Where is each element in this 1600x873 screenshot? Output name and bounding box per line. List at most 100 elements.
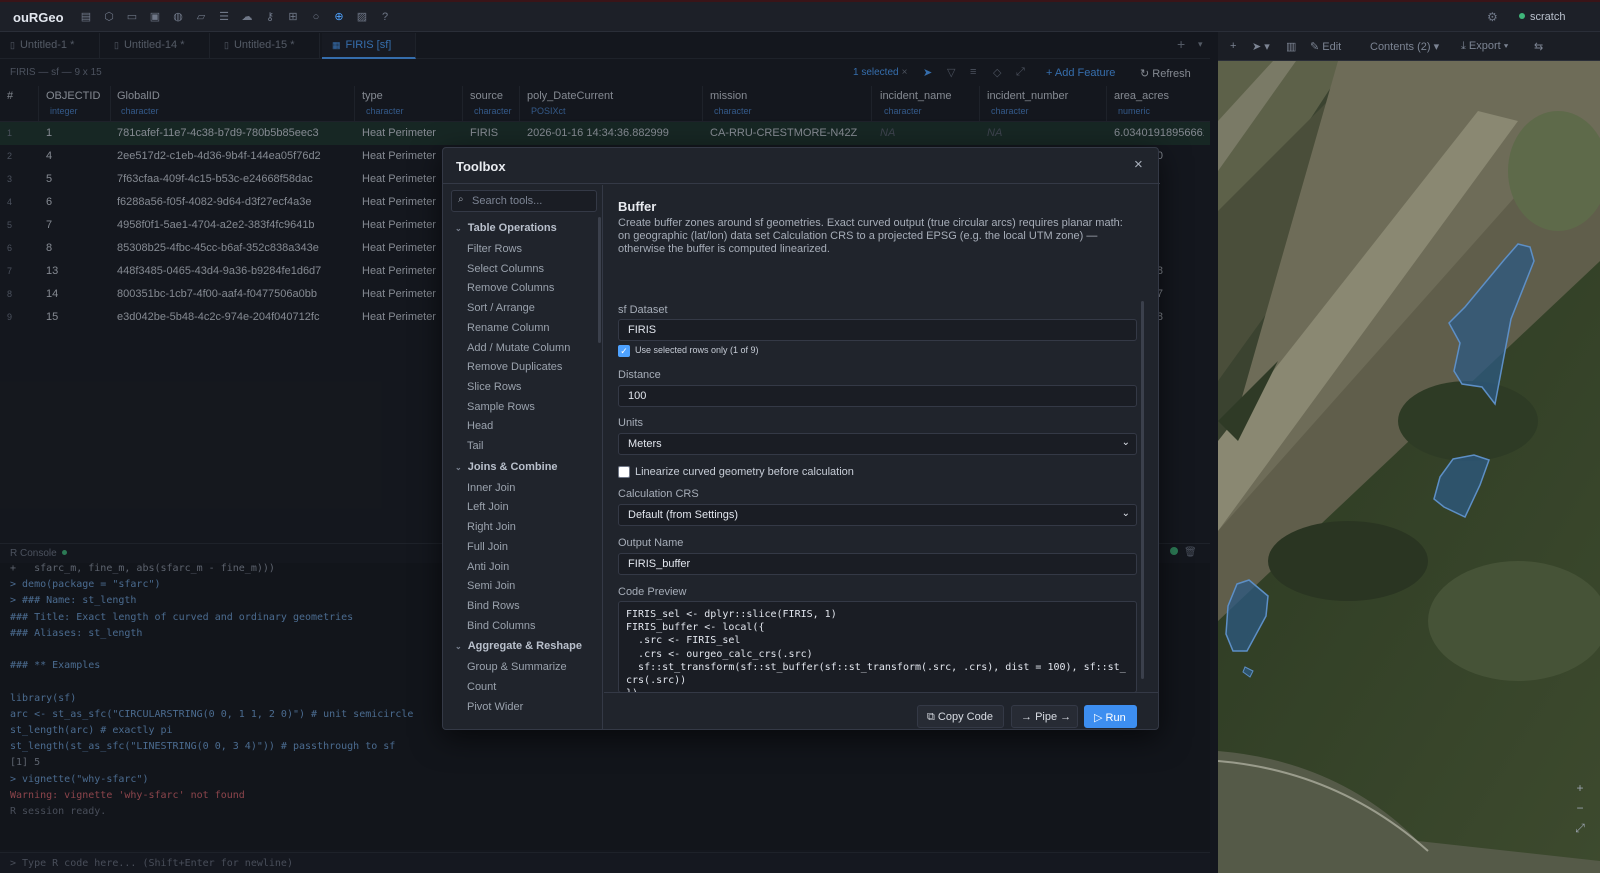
cube-icon[interactable]: ⬡ <box>101 9 117 25</box>
tool-item[interactable]: Bind Rows <box>467 600 520 612</box>
export-label: Export <box>1468 40 1501 52</box>
folder-icon[interactable]: ▭ <box>124 9 140 25</box>
satellite-basemap <box>1218 61 1600 873</box>
pipe-button[interactable]: → Pipe → <box>1011 705 1078 728</box>
dialog-footer: ⧉ Copy Code → Pipe → ▷ Run <box>604 692 1159 730</box>
globe-icon[interactable]: ⊕ <box>331 9 347 25</box>
close-icon[interactable]: × <box>1134 156 1143 173</box>
tool-item[interactable]: Sort / Arrange <box>467 302 535 314</box>
category-header[interactable]: ⌄ Aggregate & Reshape <box>455 640 582 652</box>
code-preview-label: Code Preview <box>618 586 687 598</box>
run-button[interactable]: ▷ Run <box>1084 705 1137 728</box>
category-header[interactable]: ⌄ Table Operations <box>455 222 557 234</box>
arrow-right-icon: → <box>1021 711 1032 723</box>
output-name-input[interactable]: FIRIS_buffer <box>618 553 1137 575</box>
output-name-label: Output Name <box>618 537 684 549</box>
tool-item[interactable]: Select Columns <box>467 263 544 275</box>
search-placeholder: Search tools... <box>472 195 543 207</box>
edit-button[interactable]: ✎ Edit <box>1310 40 1341 53</box>
tool-item[interactable]: Slice Rows <box>467 381 521 393</box>
distance-input[interactable]: 100 <box>618 385 1137 407</box>
sidebar-scrollbar[interactable] <box>598 217 601 343</box>
tool-item[interactable]: Left Join <box>467 501 509 513</box>
category-label: Joins & Combine <box>467 460 558 473</box>
help-icon[interactable]: ? <box>377 9 393 25</box>
save-icon[interactable]: ▣ <box>147 9 163 25</box>
tool-heading: Buffer <box>618 199 657 214</box>
zoom-out-button[interactable]: − <box>1570 801 1590 817</box>
units-value: Meters <box>628 438 662 450</box>
tool-item[interactable]: Bind Columns <box>467 620 535 632</box>
top-toolbar: ▤ ⬡ ▭ ▣ ◍ ▱ ☰ ☁ ⚷ ⊞ ○ ⊕ ▨ ? <box>78 9 393 25</box>
plugin-icon[interactable]: ⊞ <box>285 9 301 25</box>
app-topbar: ouRGeo ▤ ⬡ ▭ ▣ ◍ ▱ ☰ ☁ ⚷ ⊞ ○ ⊕ ▨ ? ⚙ scr… <box>0 0 1600 32</box>
dataset-field[interactable]: FIRIS <box>618 319 1137 341</box>
category-label: Aggregate & Reshape <box>467 640 583 653</box>
toolbox-header: Toolbox × <box>443 148 1160 184</box>
output-name-value: FIRIS_buffer <box>628 558 691 570</box>
tool-item[interactable]: Remove Columns <box>467 282 554 294</box>
tool-item[interactable]: Full Join <box>467 541 508 553</box>
tool-item[interactable]: Inner Join <box>467 482 515 494</box>
tool-item[interactable]: Count <box>467 681 496 693</box>
chevron-down-icon: ⌄ <box>455 642 462 652</box>
use-selected-checkbox[interactable]: ✓ <box>618 345 630 357</box>
key-icon[interactable]: ⚷ <box>262 9 278 25</box>
circle-icon[interactable]: ○ <box>308 9 324 25</box>
cloud-icon[interactable]: ☁ <box>239 9 255 25</box>
tool-item[interactable]: Anti Join <box>467 561 509 573</box>
swap-icon[interactable]: ⇆ <box>1534 40 1543 53</box>
tool-item[interactable]: Group & Summarize <box>467 661 567 673</box>
tool-item[interactable]: Remove Duplicates <box>467 361 562 373</box>
tool-item[interactable]: Rename Column <box>467 322 550 334</box>
layers-icon[interactable]: ▤ <box>78 9 94 25</box>
search-tools-input[interactable]: ⌕ Search tools... <box>451 190 597 212</box>
edit-label: Edit <box>1322 41 1342 53</box>
units-select[interactable]: Meters ⌄ <box>618 433 1137 455</box>
tool-form: Buffer Create buffer zones around sf geo… <box>604 185 1159 730</box>
tool-item[interactable]: Head <box>467 420 493 432</box>
copy-icon: ⧉ <box>927 711 935 723</box>
toolbox-title: Toolbox <box>456 159 506 174</box>
gear-icon[interactable]: ⚙ <box>1487 10 1498 24</box>
app-title: ouRGeo <box>13 10 64 25</box>
zoom-in-button[interactable]: + <box>1570 781 1590 797</box>
crs-value: Default (from Settings) <box>628 509 739 521</box>
image-icon[interactable]: ▨ <box>354 9 370 25</box>
code-preview[interactable]: FIRIS_sel <- dplyr::slice(FIRIS, 1) FIRI… <box>618 601 1137 693</box>
pipe-label: Pipe → <box>1035 711 1072 723</box>
export-button[interactable]: ⤓ Export ▾ <box>1461 40 1508 53</box>
tool-item[interactable]: Filter Rows <box>467 243 522 255</box>
add-layer-icon[interactable]: + <box>1230 40 1236 52</box>
category-header[interactable]: ⌄ Joins & Combine <box>455 461 558 473</box>
contents-button[interactable]: Contents (2) ▾ <box>1370 40 1439 53</box>
form-scrollbar[interactable] <box>1141 301 1144 679</box>
tool-item[interactable]: Right Join <box>467 521 516 533</box>
status-dot <box>1519 13 1525 19</box>
linearize-checkbox[interactable] <box>618 466 630 478</box>
palette-icon[interactable]: ◍ <box>170 9 186 25</box>
chevron-down-icon: ⌄ <box>455 224 462 233</box>
tool-item[interactable]: Semi Join <box>467 580 515 592</box>
folder-open-icon[interactable]: ▱ <box>193 9 209 25</box>
distance-label: Distance <box>618 369 661 381</box>
fullscreen-icon[interactable]: ⤢ <box>1570 821 1590 837</box>
run-label: Run <box>1105 712 1126 724</box>
distance-value: 100 <box>628 390 647 402</box>
project-name: scratch <box>1530 11 1566 23</box>
chevron-down-icon: ⌄ <box>1121 437 1130 448</box>
select-tool-icon[interactable]: ➤ ▾ <box>1252 40 1270 53</box>
copy-code-button[interactable]: ⧉ Copy Code <box>917 705 1004 728</box>
crs-select[interactable]: Default (from Settings) ⌄ <box>618 504 1137 526</box>
crs-label: Calculation CRS <box>618 488 699 500</box>
map-view[interactable] <box>1218 61 1600 873</box>
book-icon[interactable]: ▥ <box>1286 40 1296 53</box>
tool-item[interactable]: Pivot Wider <box>467 701 523 713</box>
tool-item[interactable]: Tail <box>467 440 484 452</box>
tool-description: Create buffer zones around sf geometries… <box>618 217 1123 255</box>
project-selector[interactable]: scratch <box>1519 11 1565 23</box>
database-icon[interactable]: ☰ <box>216 9 232 25</box>
chevron-down-icon: ⌄ <box>455 462 462 472</box>
tool-item[interactable]: Sample Rows <box>467 401 535 413</box>
tool-item[interactable]: Add / Mutate Column <box>467 342 570 354</box>
